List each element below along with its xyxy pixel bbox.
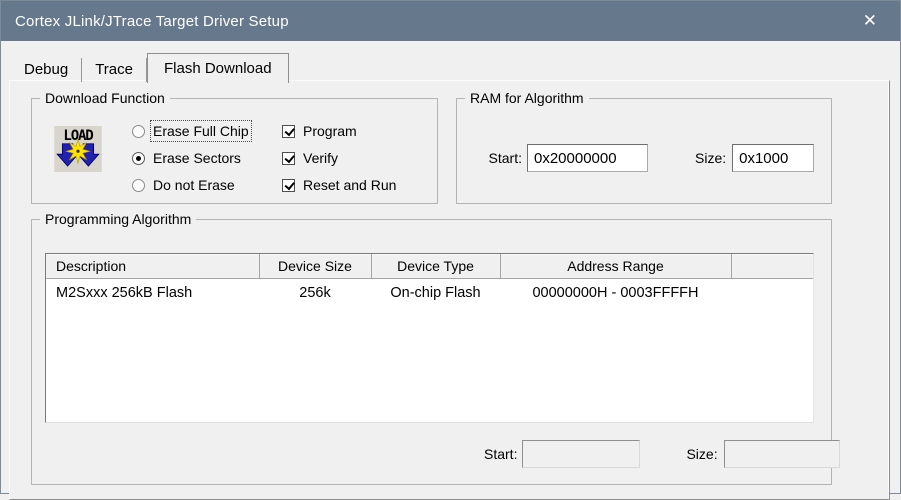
load-icon: LOAD [54, 126, 102, 172]
download-function-group-label: Download Function [40, 90, 170, 106]
radio-row-erase-full-chip: Erase Full Chip [132, 123, 249, 139]
algorithm-range-fields: Start: Size: [32, 440, 831, 468]
ram-start-label: Start: [482, 150, 522, 166]
ram-for-algorithm-group: RAM for Algorithm Start: Size: [456, 98, 832, 204]
window-title: Cortex JLink/JTrace Target Driver Setup [15, 13, 289, 30]
radio-erase-full-chip[interactable] [132, 125, 145, 138]
table-header-row: Description Device Size Device Type Addr… [46, 254, 813, 279]
tab-debug[interactable]: Debug [11, 58, 82, 82]
title-bar[interactable]: Cortex JLink/JTrace Target Driver Setup … [1, 1, 900, 41]
algorithm-start-input [522, 440, 640, 468]
column-header-device-size[interactable]: Device Size [259, 254, 371, 279]
tab-trace[interactable]: Trace [82, 58, 147, 82]
column-header-description[interactable]: Description [46, 254, 259, 279]
column-header-address-range[interactable]: Address Range [500, 254, 731, 279]
radio-row-erase-sectors: Erase Sectors [132, 150, 241, 166]
ram-size-label: Size: [695, 150, 726, 166]
ram-start-input[interactable] [527, 144, 648, 172]
checkbox-verify-label[interactable]: Verify [303, 150, 338, 166]
radio-erase-sectors-label[interactable]: Erase Sectors [153, 150, 241, 166]
radio-row-do-not-erase: Do not Erase [132, 177, 235, 193]
column-header-device-type[interactable]: Device Type [371, 254, 500, 279]
dialog-window: Cortex JLink/JTrace Target Driver Setup … [0, 0, 901, 494]
programming-algorithm-group-label: Programming Algorithm [40, 211, 196, 227]
checkbox-row-reset-and-run: Reset and Run [282, 177, 396, 193]
ram-for-algorithm-group-label: RAM for Algorithm [465, 90, 589, 106]
radio-do-not-erase-label[interactable]: Do not Erase [153, 177, 235, 193]
algorithm-size-input [724, 440, 840, 468]
radio-erase-sectors[interactable] [132, 152, 145, 165]
tab-flash-download[interactable]: Flash Download [147, 53, 289, 83]
radio-do-not-erase[interactable] [132, 179, 145, 192]
checkbox-reset-and-run-label[interactable]: Reset and Run [303, 177, 396, 193]
algorithm-start-label: Start: [484, 446, 517, 462]
programming-algorithm-group: Programming Algorithm Description Device… [31, 219, 832, 485]
ram-size-input[interactable] [732, 144, 814, 172]
checkbox-reset-and-run[interactable] [282, 179, 295, 192]
algorithm-table: Description Device Size Device Type Addr… [46, 254, 813, 306]
checkbox-row-program: Program [282, 123, 357, 139]
cell-device-type[interactable]: On-chip Flash [371, 279, 500, 307]
cell-device-size[interactable]: 256k [259, 279, 371, 307]
checkbox-verify[interactable] [282, 152, 295, 165]
tab-strip: Debug Trace Flash Download [11, 51, 289, 82]
radio-erase-full-chip-label[interactable]: Erase Full Chip [153, 123, 249, 139]
checkbox-program[interactable] [282, 125, 295, 138]
algorithm-size-label: Size: [686, 446, 717, 462]
column-header-empty[interactable] [731, 254, 813, 279]
close-icon[interactable]: ✕ [850, 1, 890, 41]
checkbox-program-label[interactable]: Program [303, 123, 357, 139]
table-row[interactable]: M2Sxxx 256kB Flash 256k On-chip Flash 00… [46, 279, 813, 307]
cell-description[interactable]: M2Sxxx 256kB Flash [46, 279, 259, 307]
download-function-group: Download Function LOAD Erase Full Chip E… [31, 98, 438, 204]
algorithm-listview[interactable]: Description Device Size Device Type Addr… [45, 253, 814, 423]
cell-empty[interactable] [731, 279, 813, 307]
cell-address-range[interactable]: 00000000H - 0003FFFFH [500, 279, 731, 307]
checkbox-row-verify: Verify [282, 150, 338, 166]
